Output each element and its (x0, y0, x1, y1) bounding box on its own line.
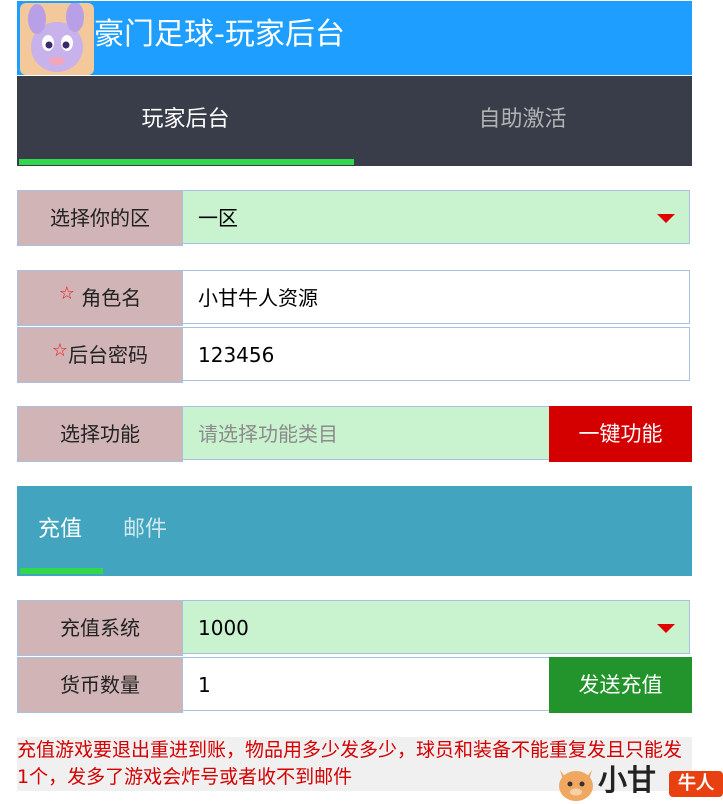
password-label: ☆后台密码 (17, 327, 183, 383)
role-name-label-text: 角色名 (81, 286, 142, 310)
password-input[interactable]: 123456 (182, 327, 690, 381)
app-title: 豪门足球-玩家后台 (94, 17, 345, 52)
recharge-system-value: 1000 (198, 616, 249, 640)
password-label-text: 后台密码 (68, 343, 149, 367)
send-recharge-button[interactable]: 发送充值 (549, 657, 692, 713)
function-label: 选择功能 (17, 406, 183, 462)
tab-recharge[interactable]: 充值 (38, 486, 82, 574)
currency-amount-row: 货币数量 1 发送充值 (17, 657, 692, 713)
app-logo-icon (20, 3, 94, 75)
currency-amount-label: 货币数量 (17, 657, 183, 713)
role-name-row: ☆ 角色名 小甘牛人资源 (17, 270, 692, 326)
app-header: 豪门足球-玩家后台 (17, 1, 692, 75)
top-tab-bar: 玩家后台 自助激活 (17, 76, 692, 166)
sub-tab-bar: 充值 邮件 (17, 486, 692, 576)
dropdown-arrow-icon (657, 624, 675, 633)
watermark-logo: 小甘 牛人 (554, 758, 723, 804)
required-star-icon: ☆ (58, 283, 75, 304)
role-name-input[interactable]: 小甘牛人资源 (182, 270, 690, 324)
tab-player-backend[interactable]: 玩家后台 (17, 76, 354, 166)
server-label: 选择你的区 (17, 190, 183, 246)
function-select[interactable]: 请选择功能类目 (182, 406, 551, 460)
watermark-badge: 牛人 (669, 771, 723, 797)
active-tab-indicator (19, 159, 354, 165)
dropdown-arrow-icon (657, 214, 675, 223)
ox-mascot-icon (559, 770, 593, 801)
required-star-icon: ☆ (51, 340, 69, 361)
recharge-system-row: 充值系统 1000 (17, 600, 692, 656)
currency-amount-input[interactable]: 1 (182, 657, 551, 711)
role-name-label: ☆ 角色名 (17, 270, 183, 326)
function-row: 选择功能 请选择功能类目 一键功能 (17, 406, 692, 462)
watermark-text: 小甘 (598, 763, 657, 797)
recharge-system-select[interactable]: 1000 (182, 600, 690, 654)
password-row: ☆后台密码 123456 (17, 327, 692, 383)
tab-self-activation[interactable]: 自助激活 (354, 76, 691, 166)
tab-mail[interactable]: 邮件 (123, 486, 167, 574)
one-click-function-button[interactable]: 一键功能 (549, 406, 692, 462)
server-select[interactable]: 一区 (182, 190, 690, 244)
recharge-system-label: 充值系统 (17, 600, 183, 656)
server-select-value: 一区 (198, 206, 238, 230)
server-row: 选择你的区 一区 (17, 190, 692, 246)
active-subtab-indicator (20, 568, 103, 574)
